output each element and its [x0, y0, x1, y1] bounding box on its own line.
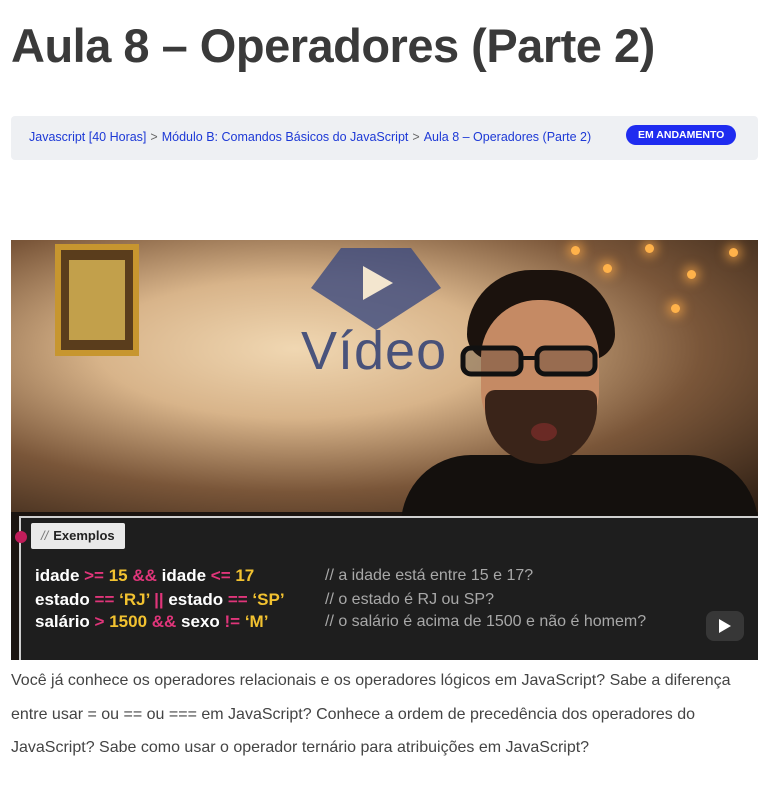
lesson-description: Você já conhece os operadores relacionai…: [11, 672, 731, 756]
panel-tag: //Exemplos: [31, 523, 125, 549]
code-literal: 1500: [104, 612, 152, 631]
presenter-mouth: [531, 423, 557, 441]
code-identifier: estado: [35, 590, 95, 609]
lamp-light: [571, 246, 580, 255]
lamp-light: [603, 264, 612, 273]
presenter-shirt: [401, 455, 758, 525]
breadcrumb-separator: >: [150, 130, 158, 144]
breadcrumb-link-module[interactable]: Módulo B: Comandos Básicos do JavaScript: [162, 130, 409, 144]
panel-marker-dot: [15, 531, 27, 543]
lamp-light: [671, 304, 680, 313]
breadcrumb-link-course[interactable]: Javascript [40 Horas]: [29, 130, 146, 144]
code-literal: 17: [230, 566, 255, 585]
breadcrumb-link-lesson[interactable]: Aula 8 – Operadores (Parte 2): [424, 130, 591, 144]
code-operator: ||: [154, 590, 164, 609]
code-identifier: salário: [35, 612, 95, 631]
lamp-light: [729, 248, 738, 257]
code-comment: // a idade está entre 15 e 17?: [325, 567, 534, 584]
code-identifier: idade: [35, 566, 85, 585]
channel-logo-icon: [311, 248, 441, 330]
lamp-light: [687, 270, 696, 279]
code-comment: // o salário é acima de 1500 e não é hom…: [325, 613, 647, 630]
code-operator: >=: [84, 566, 104, 585]
code-literal: ‘SP’: [247, 590, 285, 609]
lamp-light: [645, 244, 654, 253]
breadcrumb-bar: Javascript [40 Horas] > Módulo B: Comandos…: [11, 116, 758, 160]
breadcrumb: Javascript [40 Horas] > Módulo B: Comandos…: [29, 130, 591, 144]
channel-logo-text: Vídeo: [301, 321, 448, 381]
code-operator: &&: [151, 612, 177, 631]
video-player[interactable]: Vídeo //Exemplos idade >= 15 && idade <=…: [11, 240, 758, 660]
code-operator: ==: [227, 590, 248, 609]
code-operator: <=: [210, 566, 231, 585]
code-line: estado == ‘RJ’ || estado == ‘SP’: [35, 590, 285, 610]
code-line: idade >= 15 && idade <= 17: [35, 566, 254, 586]
code-operator: !=: [224, 612, 241, 631]
code-panel: [19, 516, 758, 660]
wall-frame: [55, 244, 139, 356]
breadcrumb-separator: >: [412, 130, 420, 144]
code-literal: ‘RJ’: [114, 590, 155, 609]
code-identifier: estado: [163, 590, 228, 609]
video-thumbnail: Vídeo: [11, 240, 758, 525]
code-identifier: sexo: [176, 612, 225, 631]
code-operator: &&: [132, 566, 157, 585]
play-button[interactable]: [706, 611, 744, 641]
code-comment: // o estado é RJ ou SP?: [325, 591, 494, 608]
presenter-glasses: [460, 345, 598, 377]
code-literal: 15: [103, 566, 133, 585]
code-operator: ==: [94, 590, 115, 609]
status-badge: EM ANDAMENTO: [626, 125, 737, 145]
code-operator: >: [94, 612, 105, 631]
code-line: salário > 1500 && sexo != ‘M’: [35, 612, 268, 632]
code-identifier: idade: [156, 566, 211, 585]
play-icon: [719, 619, 731, 633]
code-literal: ‘M’: [240, 612, 269, 631]
page-title: Aula 8 – Operadores (Parte 2): [11, 19, 655, 72]
